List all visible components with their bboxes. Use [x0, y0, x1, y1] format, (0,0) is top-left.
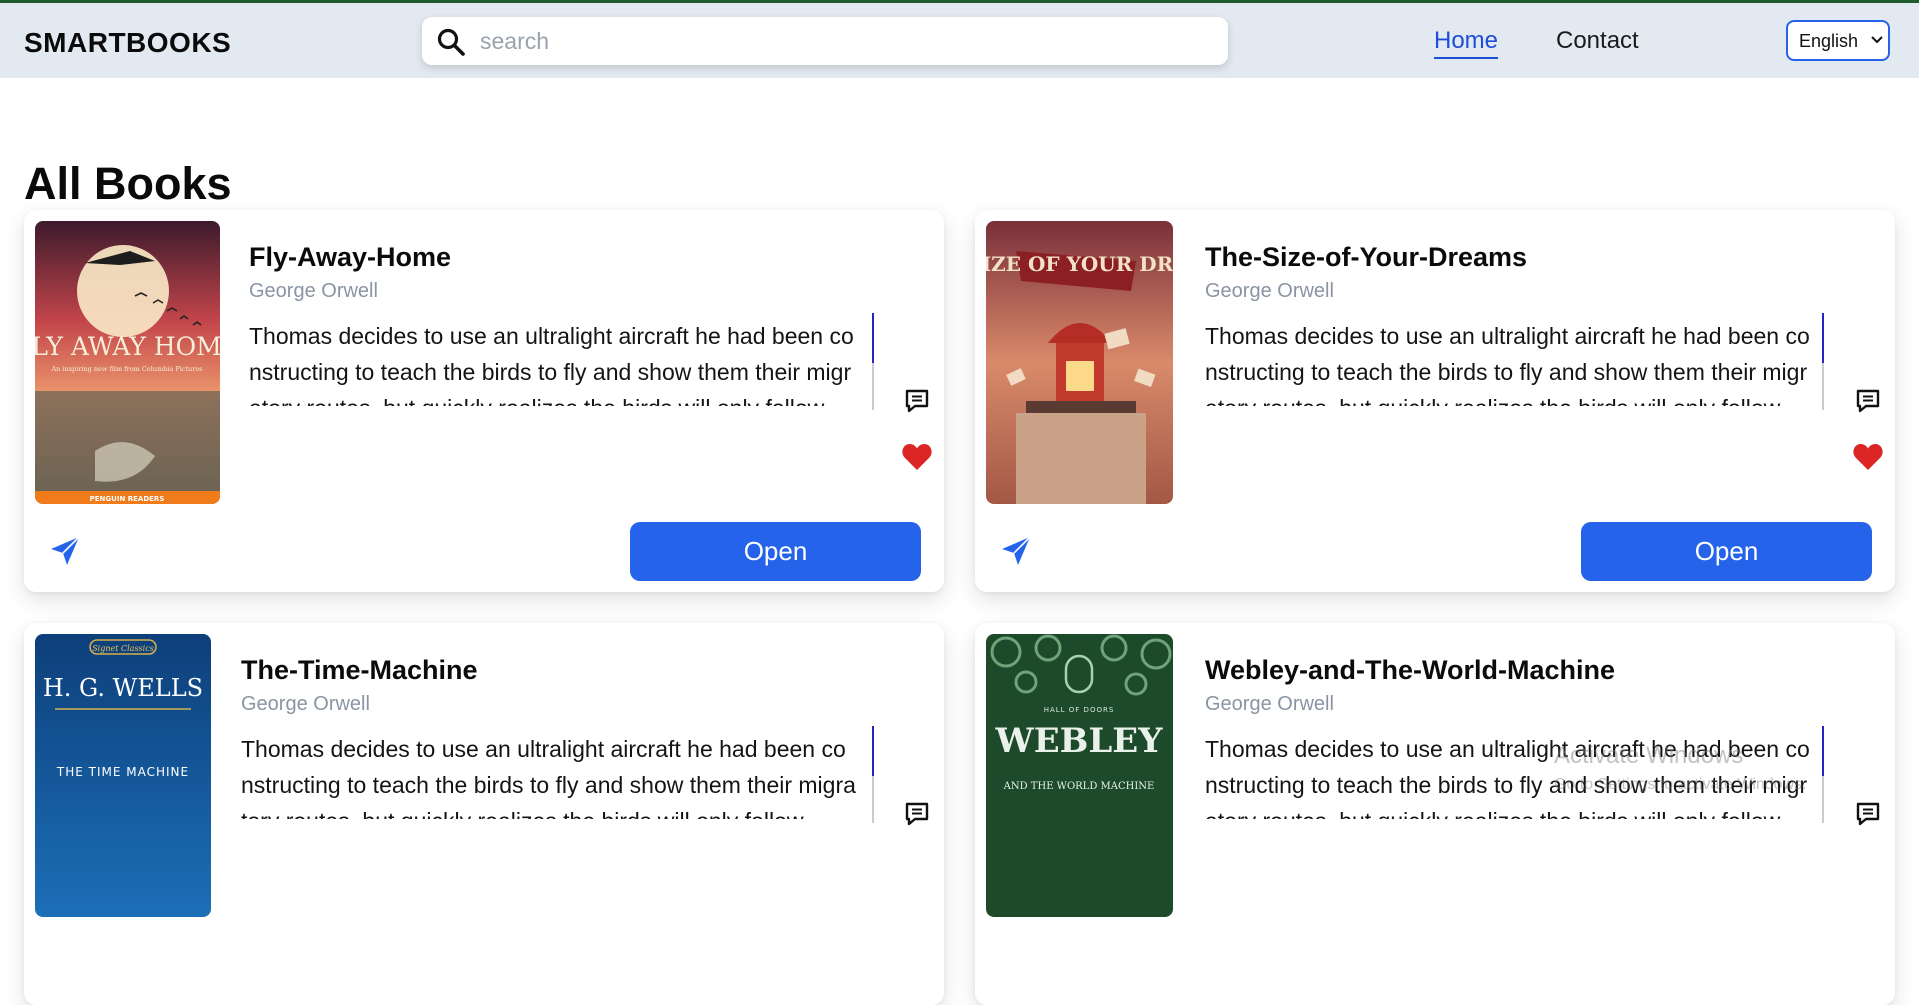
cover-title: WEBLEY — [995, 721, 1164, 761]
brand-logo[interactable]: SMARTBOOKS — [24, 27, 231, 59]
book-title[interactable]: Fly-Away-Home — [249, 242, 451, 273]
comment-icon[interactable] — [1855, 801, 1881, 827]
cover-subtitle: An inspiring new film from Columbia Pict… — [50, 365, 202, 373]
book-cover-image[interactable]: THE SIZE OF YOUR DREAMS — [986, 221, 1173, 504]
cover-title: THE TIME MACHINE — [56, 765, 189, 779]
book-card: HALL OF DOORS WEBLEY AND THE WORLD MACHI… — [975, 623, 1895, 1005]
cover-badge: Signet Classics — [92, 644, 154, 653]
comment-icon[interactable] — [904, 801, 930, 827]
description-scrollbar[interactable] — [872, 313, 874, 410]
book-description: Thomas decides to use an ultralight airc… — [249, 323, 854, 406]
book-author: George Orwell — [241, 693, 370, 715]
search-input[interactable] — [480, 25, 1210, 57]
search-icon — [437, 28, 465, 56]
comment-icon[interactable] — [904, 388, 930, 414]
nav-contact-link[interactable]: Contact — [1556, 27, 1639, 55]
language-select[interactable]: English — [1786, 20, 1890, 61]
description-scrollbar[interactable] — [1822, 313, 1824, 410]
book-card: THE SIZE OF YOUR DREAMS The-Size-of-Your… — [975, 210, 1895, 592]
top-navbar: SMARTBOOKS Home Contact English — [0, 3, 1919, 78]
send-icon[interactable] — [999, 534, 1033, 568]
book-cover-image[interactable]: HALL OF DOORS WEBLEY AND THE WORLD MACHI… — [986, 634, 1173, 917]
cover-author: H. G. WELLS — [43, 674, 203, 702]
open-book-button[interactable]: Open — [630, 522, 921, 581]
book-author: George Orwell — [1205, 693, 1334, 715]
cover-title: FLY AWAY HOME — [35, 332, 220, 361]
book-description: Thomas decides to use an ultralight airc… — [241, 736, 856, 819]
book-card: Signet Classics H. G. WELLS THE TIME MAC… — [24, 623, 944, 1005]
book-title[interactable]: Webley-and-The-World-Machine — [1205, 655, 1615, 686]
language-select-value: English — [1799, 31, 1859, 51]
cover-footer: PENGUIN READERS — [90, 495, 165, 503]
description-scrollbar[interactable] — [1822, 726, 1824, 823]
book-cover-image[interactable]: Signet Classics H. G. WELLS THE TIME MAC… — [35, 634, 211, 917]
heart-icon[interactable] — [901, 442, 933, 472]
book-author: George Orwell — [249, 280, 378, 302]
page-title: All Books — [24, 158, 232, 209]
book-card: FLY AWAY HOME An inspiring new film from… — [24, 210, 944, 592]
book-title[interactable]: The-Time-Machine — [241, 655, 478, 686]
cover-subtitle: AND THE WORLD MACHINE — [1003, 781, 1155, 792]
nav-home-link[interactable]: Home — [1434, 27, 1499, 59]
heart-icon[interactable] — [1852, 442, 1884, 472]
cover-top-text: HALL OF DOORS — [1044, 706, 1115, 714]
send-icon[interactable] — [48, 534, 82, 568]
book-cover-image[interactable]: FLY AWAY HOME An inspiring new film from… — [35, 221, 220, 504]
comment-icon[interactable] — [1855, 388, 1881, 414]
activation-watermark-subtitle: Go to Settings to activate Windows. — [1554, 776, 1807, 793]
activation-watermark-title: Activate Windows — [1554, 742, 1744, 769]
book-title[interactable]: The-Size-of-Your-Dreams — [1205, 242, 1527, 273]
chevron-down-icon — [1871, 36, 1883, 44]
open-book-button[interactable]: Open — [1581, 522, 1872, 581]
search-bar[interactable] — [422, 17, 1228, 65]
book-author: George Orwell — [1205, 280, 1334, 302]
description-scrollbar[interactable] — [872, 726, 874, 823]
cover-title: THE SIZE OF YOUR DREAMS — [986, 252, 1173, 276]
book-description: Thomas decides to use an ultralight airc… — [1205, 323, 1810, 406]
